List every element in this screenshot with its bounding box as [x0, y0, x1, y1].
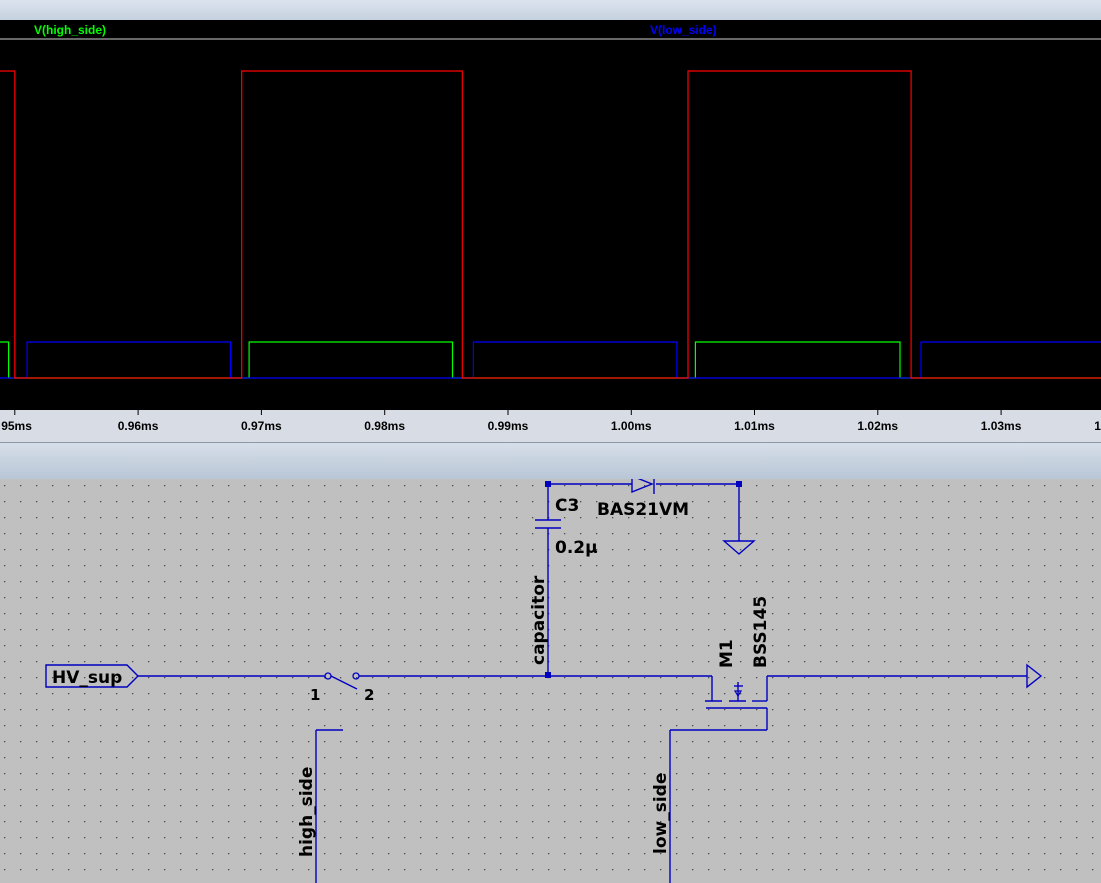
pane-splitter[interactable] — [0, 442, 1101, 480]
plot-area[interactable] — [0, 20, 1101, 410]
x-tick-label: 95ms — [1, 419, 32, 433]
mosfet-model: BSS145 — [751, 596, 771, 668]
diode-model: BAS21VM — [597, 500, 689, 520]
mosfet-name: M1 — [717, 639, 737, 668]
x-tick-label: 1.03ms — [981, 419, 1022, 433]
schematic-grid — [0, 479, 1101, 883]
capacitor-name: C3 — [555, 496, 579, 516]
switch-pin-2: 2 — [364, 686, 374, 704]
x-tick-label: 1.01ms — [734, 419, 775, 433]
switch-pin-1: 1 — [310, 686, 320, 704]
x-tick-label: 1.02ms — [857, 419, 898, 433]
net-label-high-side: high_side — [297, 767, 317, 857]
waveform-window: V(high_side) V(low_side) 95ms 0.96ms 0.97m… — [0, 0, 1101, 442]
capacitor-value: 0.2µ — [555, 538, 598, 558]
x-tick-label: 0.97ms — [241, 419, 282, 433]
waveform-plot[interactable]: V(high_side) V(low_side) 95ms 0.96ms 0.97m… — [0, 20, 1101, 438]
hv-sup-label: HV_sup — [52, 668, 122, 688]
net-label-capacitor: capacitor — [529, 575, 549, 665]
schematic-canvas[interactable]: HV_sup 1 2 C3 0.2µ BAS21VM capacitor M1 … — [0, 479, 1101, 883]
x-tick-label: 0.98ms — [364, 419, 405, 433]
x-tick-label: 0.99ms — [488, 419, 529, 433]
x-tick-label: 1 — [1094, 419, 1101, 433]
trace-label-high-side[interactable]: V(high_side) — [34, 23, 106, 37]
trace-label-low-side[interactable]: V(low_side) — [650, 23, 717, 37]
waveform-titlebar[interactable] — [0, 0, 1101, 21]
x-tick-label: 0.96ms — [118, 419, 159, 433]
x-tick-label: 1.00ms — [611, 419, 652, 433]
x-axis-strip — [0, 410, 1101, 438]
net-label-low-side: low_side — [651, 773, 671, 854]
